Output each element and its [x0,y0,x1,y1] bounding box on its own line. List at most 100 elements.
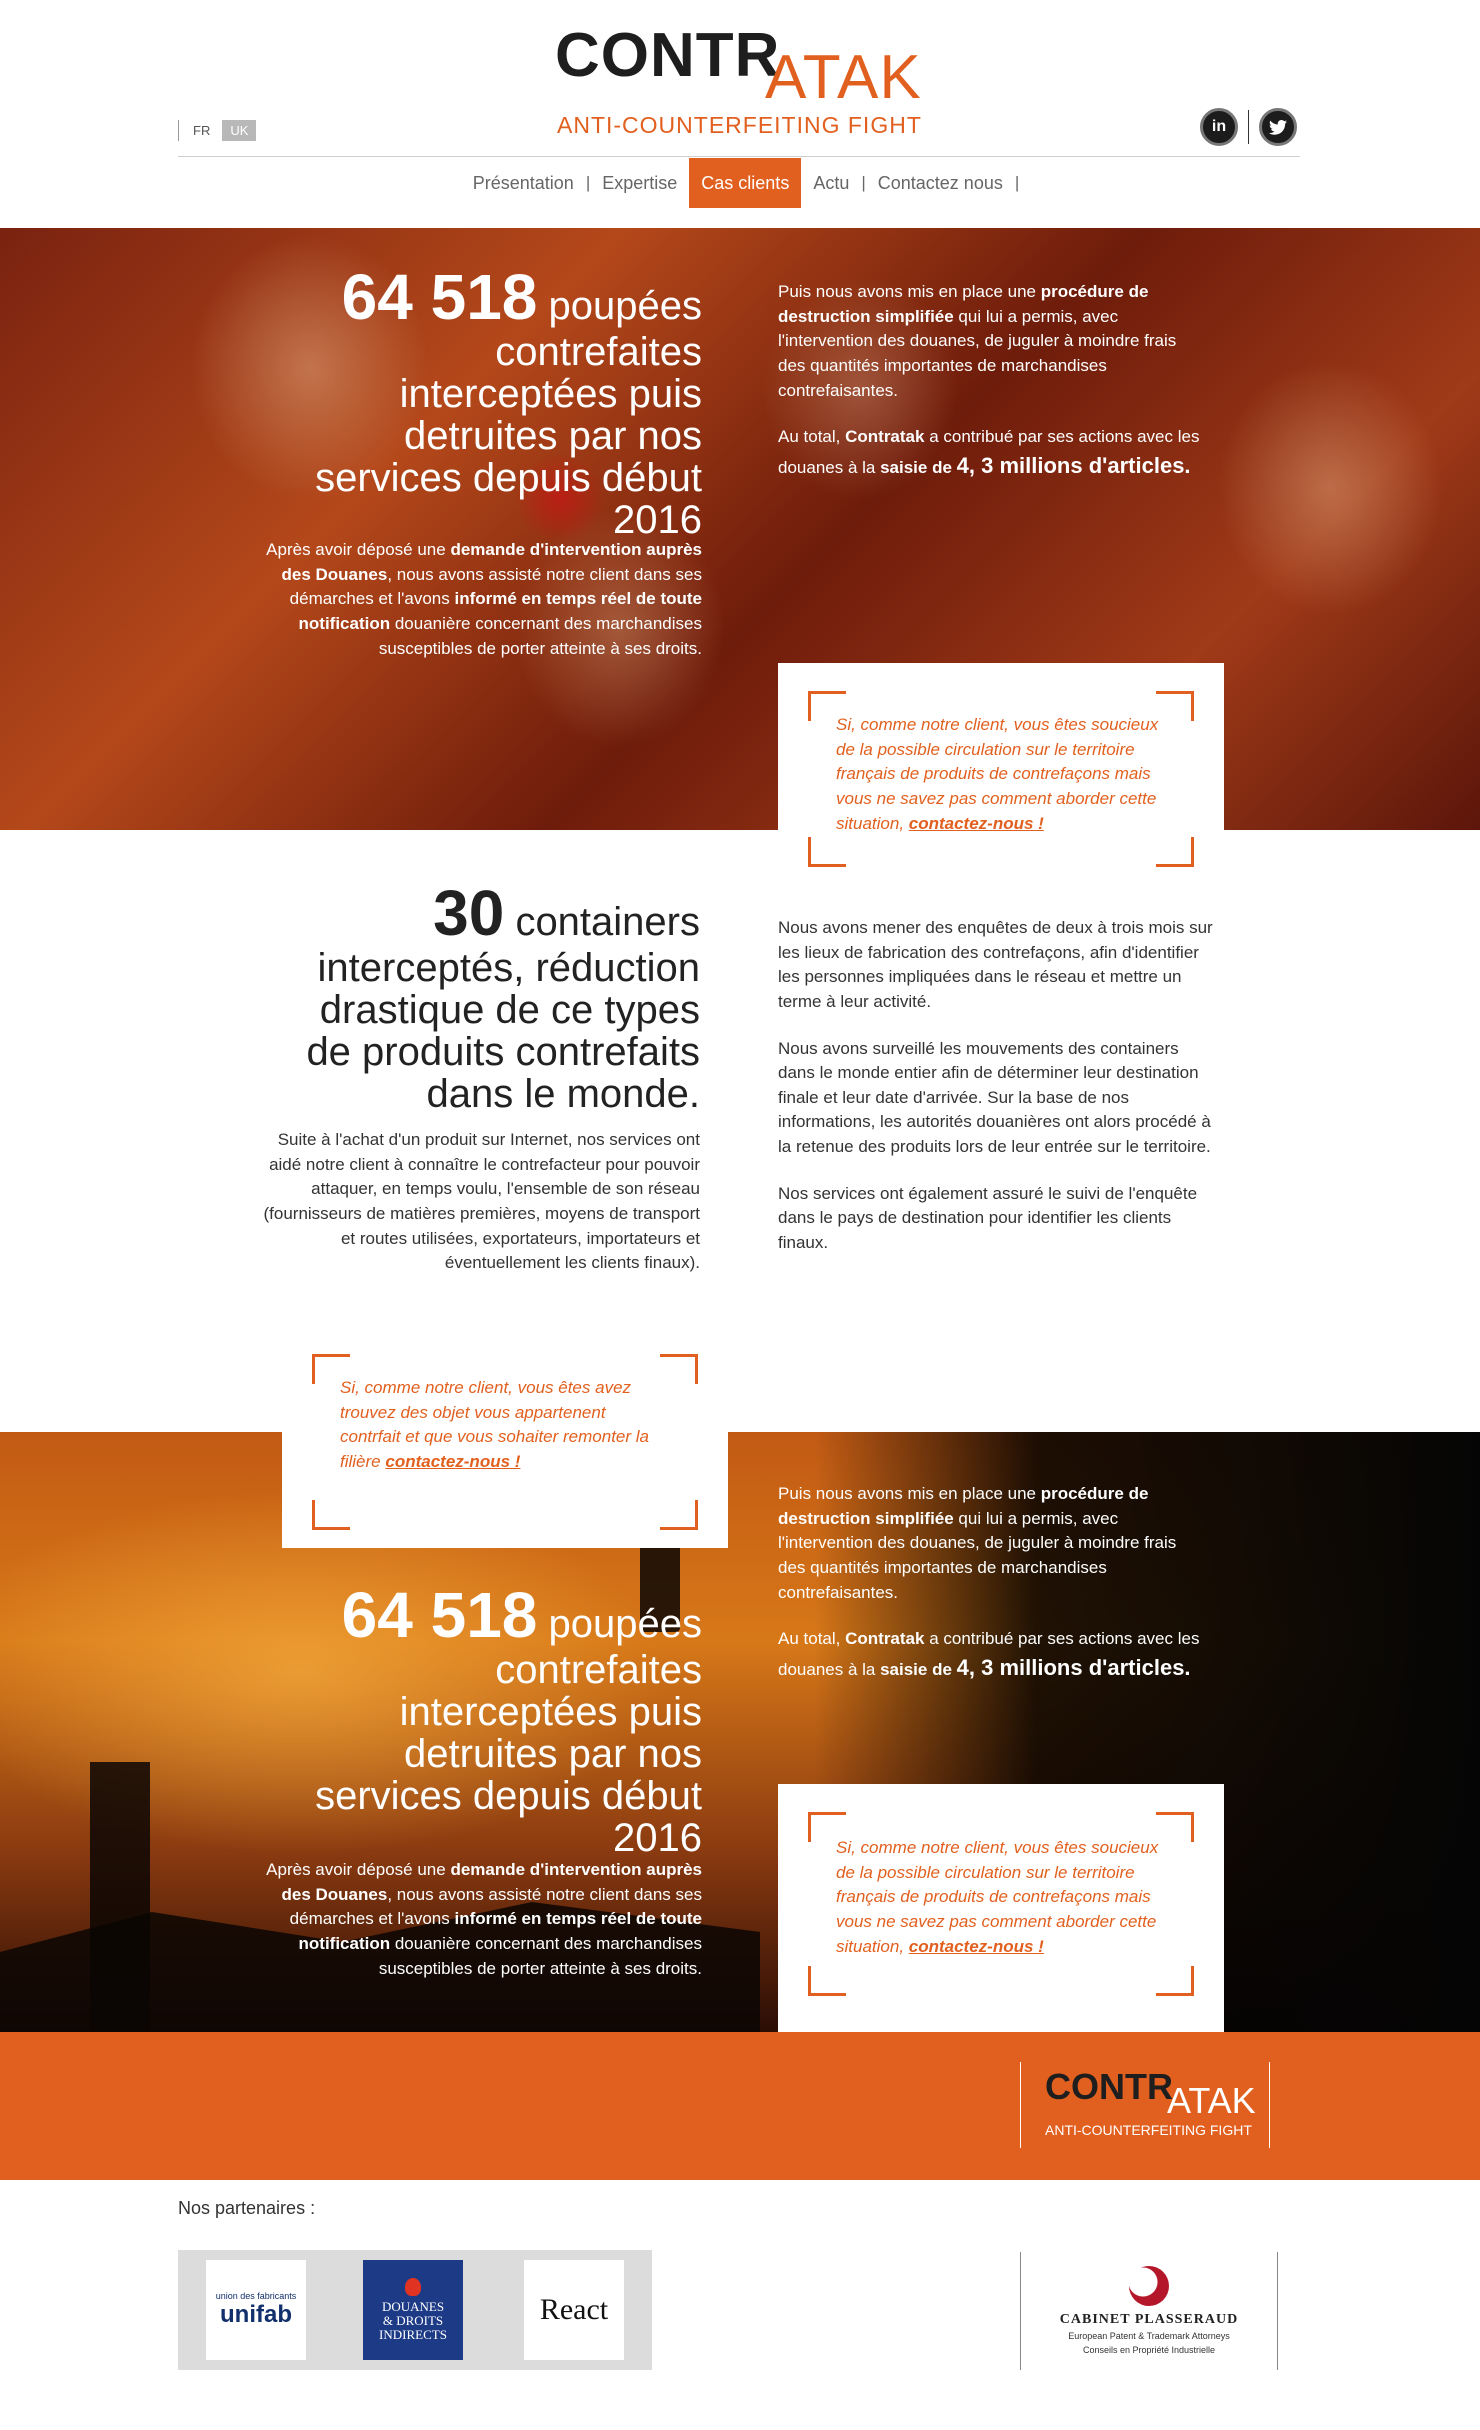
nav-contact[interactable]: Contactez nous [866,158,1015,208]
title-number: 64 518 [341,261,538,333]
text: Au total, [778,427,846,447]
header: CONTR ATAK ANTI-COUNTERFEITING FIGHT FR … [0,0,1480,228]
nav-expertise[interactable]: Expertise [590,158,689,208]
title-line: services depuis début [315,1774,702,1819]
logo[interactable]: CONTR ATAK ANTI-COUNTERFEITING FIGHT [555,20,925,140]
text-bold: Contratak [845,1629,925,1649]
title-number: 64 518 [341,1579,538,1651]
cta-box: Si, comme notre client, vous êtes soucie… [778,663,1224,885]
title-line: detruites par nos [404,414,702,459]
title-line: contrefaites [495,1648,702,1693]
twitter-icon[interactable] [1259,108,1297,146]
case-dolls-title: 64 518 poupées contrefaites interceptées… [180,261,702,543]
logo-contr: CONTR [1045,2066,1173,2107]
corner-bracket [808,1966,846,1996]
logo-tagline: ANTI-COUNTERFEITING FIGHT [557,112,922,138]
case-containers-title: 30 containers interceptés, réduction dra… [160,877,700,1117]
case-dolls-left-text: Après avoir déposé une demande d'interve… [262,538,702,661]
cta-text: Si, comme notre client, vous êtes soucie… [836,713,1166,836]
title-line: contrefaites [495,330,702,375]
text: Puis nous avons mis en place une [778,282,1041,301]
logo-tagline: ANTI-COUNTERFEITING FIGHT [1045,2122,1252,2138]
partner-unifab-logo[interactable]: union des fabricants unifab [206,2260,306,2360]
logo-atak: ATAK [765,43,922,112]
header-divider [178,156,1300,157]
text-bold: Contratak [845,427,925,447]
partners-strip: union des fabricants unifab DOUANES & DR… [178,2250,652,2370]
linkedin-icon[interactable]: in [1200,108,1238,146]
nav-presentation[interactable]: Présentation [461,158,586,208]
partner-react-logo[interactable]: React [524,2260,624,2360]
cta-box: Si, comme notre client, vous êtes avez t… [282,1326,728,1548]
plasseraud-subtitle: European Patent & Trademark Attorneys [1068,2331,1230,2342]
douanes-line: INDIRECTS [379,2327,447,2343]
unifab-subtitle: union des fabricants [215,2291,297,2301]
contact-link[interactable]: contactez-nous ! [909,1937,1044,1956]
main-nav: Présentation | Expertise Cas clients Act… [0,158,1480,208]
lang-uk[interactable]: UK [222,120,257,141]
footer-band: CONTR ATAK ANTI-COUNTERFEITING FIGHT [0,2032,1480,2180]
plasseraud-name: CABINET PLASSERAUD [1059,2312,1239,2328]
plasseraud-emblem-icon [1129,2266,1169,2307]
text: douanière concernant des marchandises su… [378,613,702,658]
corner-bracket [1156,1966,1194,1996]
nav-cas-clients[interactable]: Cas clients [689,158,802,208]
contact-link[interactable]: contactez-nous ! [385,1452,520,1471]
cta-box: Si, comme notre client, vous êtes soucie… [778,1784,1224,2032]
text: Au total, [778,1629,846,1649]
case-dolls-section-2: 64 518 poupées contrefaites interceptées… [0,1432,1480,2032]
text: douanière concernant des marchandises su… [378,1933,702,1978]
plasseraud-subtitle: Conseils en Propriété Industrielle [1082,2345,1216,2355]
case-dolls-2-left-text: Après avoir déposé une demande d'interve… [262,1858,702,1981]
title-line: 2016 [613,1816,702,1861]
footer-logo[interactable]: CONTR ATAK ANTI-COUNTERFEITING FIGHT [1020,2062,1270,2148]
title-line: interceptés, réduction [317,946,700,991]
case-containers-right-text: Nous avons mener des enquêtes de deux à … [778,916,1218,1278]
social-divider [1248,110,1249,144]
case-containers-left-text: Suite à l'achat d'un produit sur Interne… [263,1130,700,1273]
contact-link[interactable]: contactez-nous ! [909,814,1044,833]
douanes-line: DOUANES [381,2298,445,2314]
background-silhouette [90,1762,150,2032]
title-line: detruites par nos [404,1732,702,1777]
title-line: dans le monde. [426,1072,700,1117]
corner-bracket [660,1500,698,1530]
logo-contr: CONTR [555,21,781,90]
text: Puis nous avons mis en place une [778,1484,1041,1503]
cta-text: Si, comme notre client, vous êtes soucie… [836,1836,1166,1959]
title-number: 30 [433,877,505,949]
unifab-name: unifab [220,2301,292,2328]
corner-bracket [312,1500,350,1530]
corner-bracket [808,837,846,867]
title-line: 2016 [613,498,702,543]
paragraph: Nous avons surveillé les mouvements des … [778,1038,1211,1157]
social-links: in [1200,108,1297,146]
highlight-figure: 4, 3 millions d'articles. [956,452,1191,478]
text-bold: saisie de [880,457,952,477]
douanes-line: & DROITS [382,2312,444,2328]
paragraph: Nos services ont également assuré le sui… [778,1183,1198,1253]
highlight-figure: 4, 3 millions d'articles. [956,1654,1191,1680]
case-dolls-right-text: Puis nous avons mis en place une procédu… [778,280,1208,504]
title-line: services depuis début [315,456,702,501]
title-line: interceptées puis [399,1690,702,1735]
partner-plasseraud-logo[interactable]: CABINET PLASSERAUD European Patent & Tra… [1020,2252,1278,2370]
title-line: de produits contrefaits [306,1030,700,1075]
logo-atak: ATAK [1167,2080,1256,2121]
paragraph: Nous avons mener des enquêtes de deux à … [778,918,1213,1011]
nav-actu[interactable]: Actu [801,158,861,208]
text-bold: saisie de [880,1659,952,1679]
title-line: containers [515,900,700,944]
lang-fr[interactable]: FR [185,120,218,141]
cta-text: Si, comme notre client, vous êtes avez t… [340,1376,670,1475]
text: Après avoir déposé une [266,540,451,559]
nav-separator: | [1014,173,1020,192]
case-dolls-2-title: 64 518 poupées contrefaites interceptées… [180,1579,702,1861]
corner-bracket [1156,837,1194,867]
title-line: drastique de ce types [319,988,700,1033]
title-line: poupées [548,284,702,328]
partner-douanes-logo[interactable]: DOUANES & DROITS INDIRECTS [363,2260,463,2360]
title-line: interceptées puis [399,372,702,417]
case-dolls-section: 64 518 poupées contrefaites interceptées… [0,228,1480,830]
text: Après avoir déposé une [266,1860,451,1879]
